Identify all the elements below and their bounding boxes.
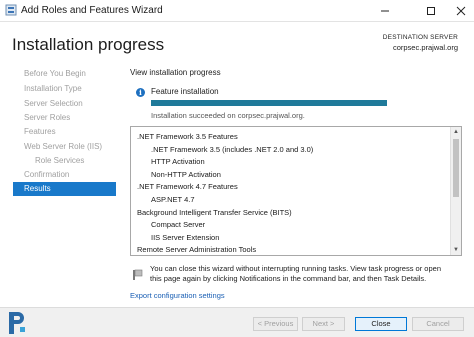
- wizard-footer: < Previous Next > Close Cancel: [0, 307, 474, 337]
- scroll-thumb[interactable]: [453, 139, 459, 197]
- results-list-item: .NET Framework 4.7 Features: [137, 182, 238, 192]
- results-list-item: HTTP Activation: [151, 157, 205, 167]
- export-configuration-link[interactable]: Export configuration settings: [130, 291, 225, 300]
- progress-fill: [151, 100, 387, 106]
- results-list-item: Remote Server Administration Tools: [137, 245, 257, 255]
- notification-flag-icon: [133, 269, 143, 280]
- prajwal-logo-icon: [9, 312, 25, 334]
- title-bar: Add Roles and Features Wizard: [0, 0, 474, 22]
- sidebar-item-server-roles: Server Roles: [24, 113, 71, 122]
- info-icon: i: [136, 88, 145, 97]
- minimize-button[interactable]: [370, 0, 400, 22]
- close-button[interactable]: Close: [355, 317, 407, 331]
- page-title: Installation progress: [12, 35, 165, 54]
- wizard-header: Installation progress DESTINATION SERVER…: [0, 22, 474, 62]
- server-manager-icon: [5, 4, 17, 16]
- results-list-item: IIS Server Extension: [151, 232, 220, 242]
- results-list-item: .NET Framework 3.5 (includes .NET 2.0 an…: [151, 144, 314, 154]
- sidebar-item-results[interactable]: Results: [13, 182, 116, 196]
- sidebar-item-confirmation: Confirmation: [24, 170, 70, 179]
- section-label: View installation progress: [130, 68, 221, 77]
- results-list-item: ASP.NET 4.7: [151, 195, 195, 204]
- window-close-button[interactable]: [446, 0, 474, 22]
- destination-server-label: DESTINATION SERVER: [382, 34, 458, 41]
- cancel-button[interactable]: Cancel: [412, 317, 464, 331]
- sidebar-item-web-server-role: Web Server Role (IIS): [24, 142, 103, 151]
- destination-server-name: corpsec.prajwal.org: [392, 43, 458, 52]
- window-title: Add Roles and Features Wizard: [21, 5, 163, 16]
- results-list-item: .NET Framework 3.5 Features: [137, 132, 238, 141]
- scroll-down-arrow-icon[interactable]: ▼: [451, 245, 461, 255]
- results-list-item: Compact Server: [151, 220, 206, 230]
- minimize-icon: [381, 10, 389, 12]
- sidebar-item-server-selection: Server Selection: [24, 99, 83, 108]
- maximize-icon: [427, 7, 435, 15]
- wizard-steps-sidebar: Before You Begin Installation Type Serve…: [0, 62, 120, 307]
- results-list-item: Non-HTTP Activation: [151, 169, 221, 179]
- scroll-up-arrow-icon[interactable]: ▲: [451, 127, 461, 137]
- close-icon: [456, 6, 466, 16]
- sidebar-item-features: Features: [24, 127, 56, 136]
- installation-status: Installation succeeded on corpsec.prajwa…: [151, 111, 305, 120]
- previous-button[interactable]: < Previous: [253, 317, 298, 331]
- maximize-button[interactable]: [416, 0, 446, 22]
- sidebar-item-installation-type: Installation Type: [24, 84, 82, 93]
- sidebar-item-before-you-begin: Before You Begin: [24, 69, 86, 78]
- close-wizard-note: You can close this wizard without interr…: [150, 264, 441, 283]
- next-button[interactable]: Next >: [302, 317, 345, 331]
- sidebar-item-role-services: Role Services: [35, 156, 85, 165]
- main-panel: View installation progress i Feature ins…: [120, 62, 474, 307]
- results-list[interactable]: .NET Framework 3.5 Features .NET Framewor…: [130, 126, 462, 256]
- results-scrollbar[interactable]: ▲ ▼: [450, 127, 461, 255]
- results-list-item: Background Intelligent Transfer Service …: [137, 207, 292, 217]
- feature-installation-label: Feature installation: [151, 87, 219, 96]
- installation-progress-bar: [151, 100, 387, 106]
